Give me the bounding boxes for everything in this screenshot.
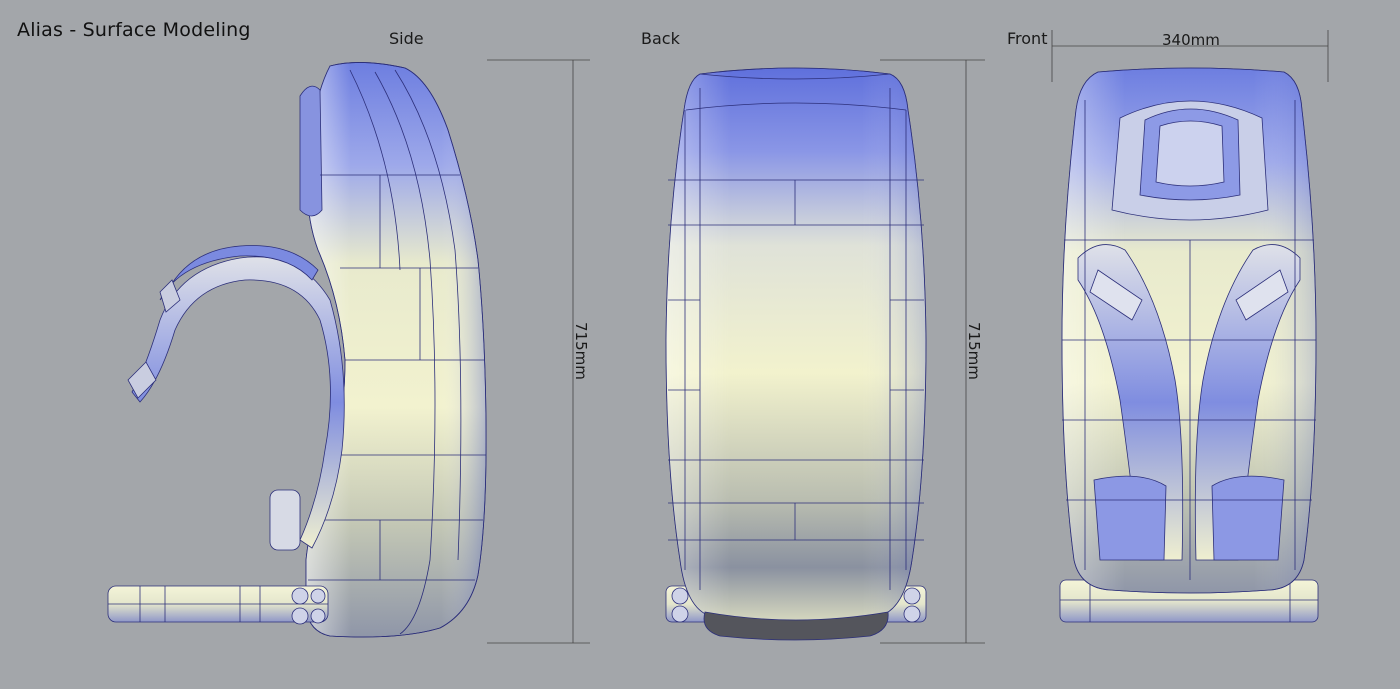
back-view-model [665, 67, 927, 641]
model-viewport[interactable] [0, 0, 1400, 689]
side-view-model [107, 62, 487, 638]
front-view-model [1059, 67, 1319, 623]
